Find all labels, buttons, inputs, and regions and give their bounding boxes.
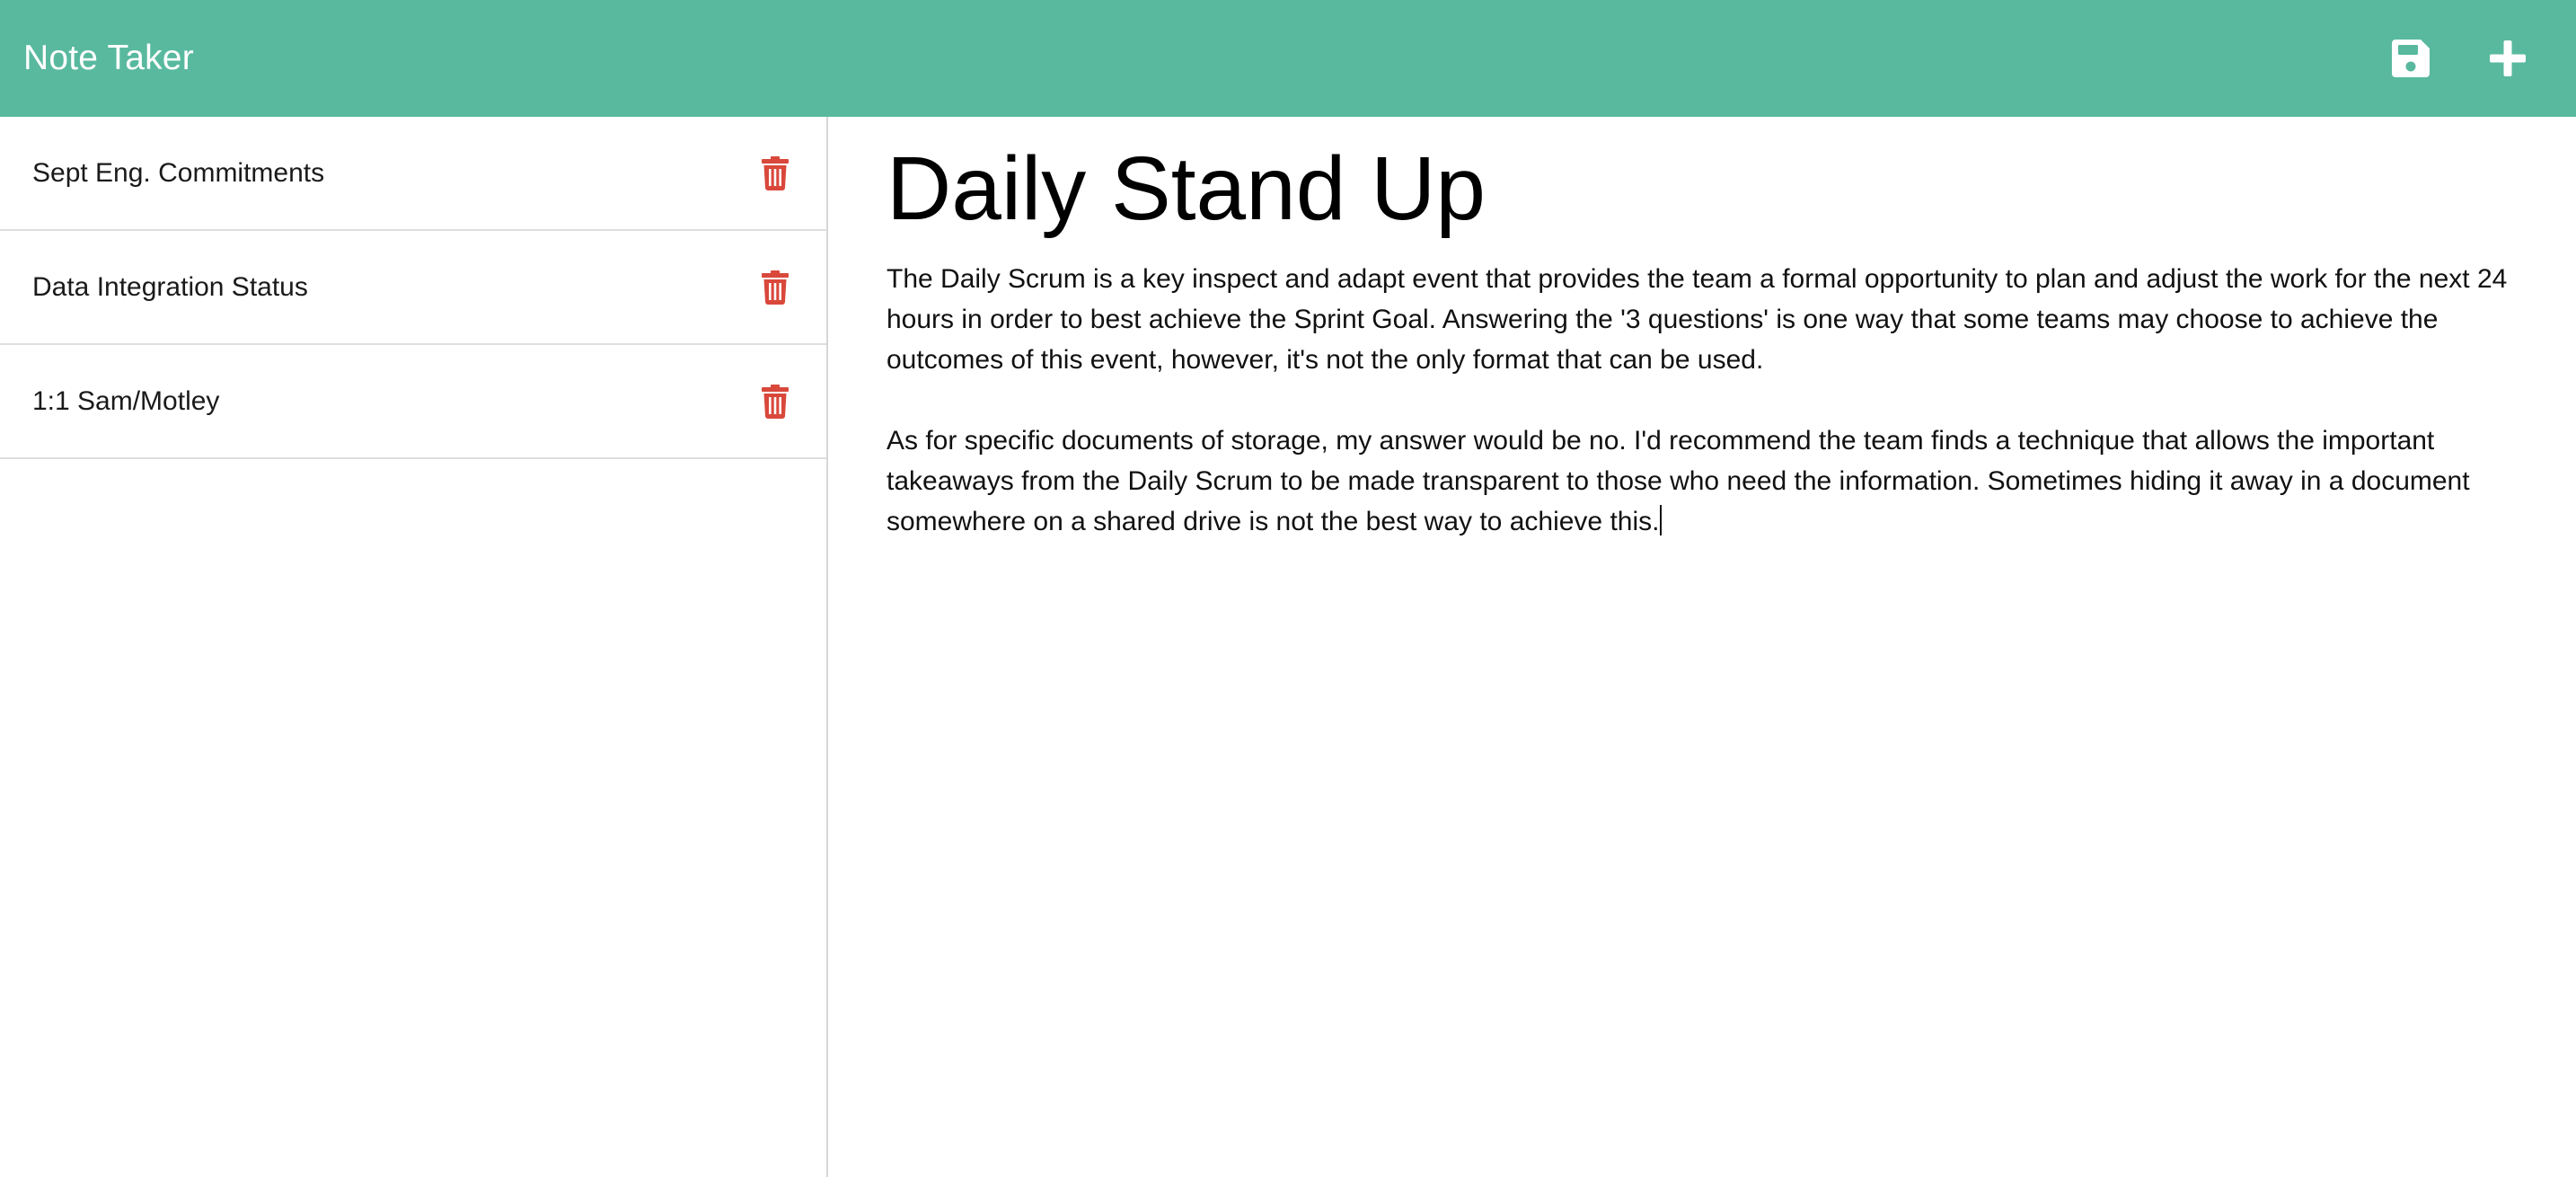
save-icon (2392, 40, 2430, 77)
text-caret (1660, 505, 1663, 535)
note-list: Sept Eng. Commitments Data Integration S… (0, 117, 826, 459)
note-paragraph-text: As for specific documents of storage, my… (887, 426, 2470, 536)
trash-icon (762, 155, 789, 190)
toolbar-actions (2386, 33, 2553, 84)
delete-note-button[interactable] (760, 269, 790, 306)
note-title[interactable]: Sept Eng. Commitments (32, 158, 324, 189)
note-text-area[interactable]: The Daily Scrum is a key inspect and ada… (887, 259, 2554, 542)
trash-icon (762, 270, 789, 305)
note-list-item[interactable]: Data Integration Status (0, 231, 826, 345)
note-list-item[interactable]: 1:1 Sam/Motley (0, 345, 826, 459)
navbar: Note Taker (0, 0, 2576, 117)
note-list-sidebar: Sept Eng. Commitments Data Integration S… (0, 117, 828, 1177)
note-title-input[interactable]: Daily Stand Up (887, 138, 2554, 239)
note-paragraph: As for specific documents of storage, my… (887, 420, 2554, 542)
app-title[interactable]: Note Taker (23, 39, 194, 78)
plus-icon (2490, 40, 2526, 76)
note-paragraph: The Daily Scrum is a key inspect and ada… (887, 264, 2508, 375)
note-editor: Daily Stand Up The Daily Scrum is a key … (830, 117, 2576, 1177)
new-note-button[interactable] (2483, 33, 2533, 84)
note-title[interactable]: Data Integration Status (32, 272, 308, 303)
delete-note-button[interactable] (760, 383, 790, 420)
delete-note-button[interactable] (760, 155, 790, 192)
note-list-item[interactable]: Sept Eng. Commitments (0, 117, 826, 231)
note-title[interactable]: 1:1 Sam/Motley (32, 386, 219, 417)
trash-icon (762, 384, 789, 419)
save-note-button[interactable] (2386, 33, 2436, 84)
